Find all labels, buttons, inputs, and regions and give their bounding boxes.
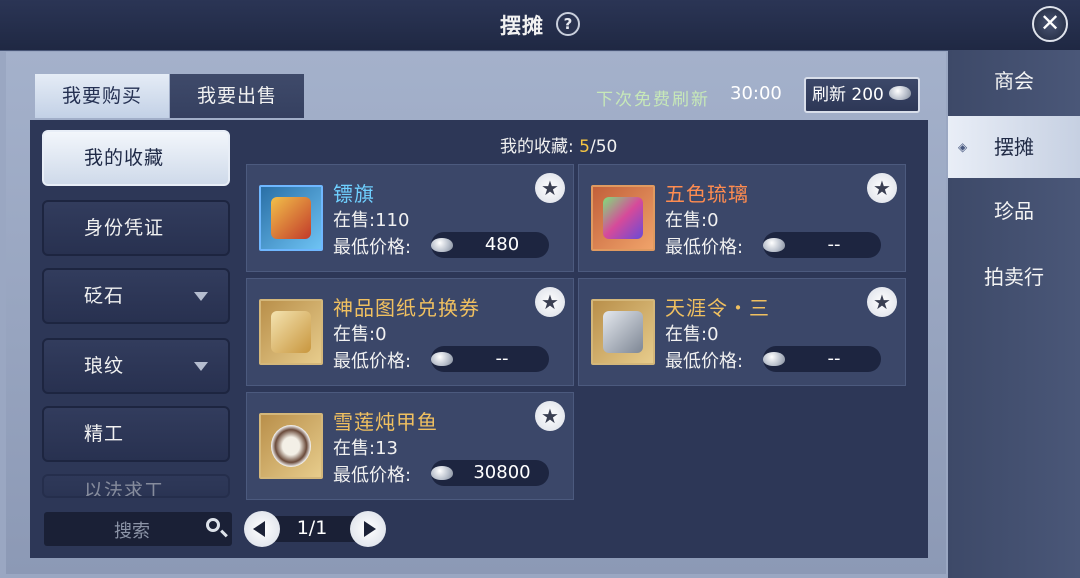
scroll-icon bbox=[259, 299, 323, 365]
category-bianstone[interactable]: 砭石 bbox=[42, 268, 230, 324]
chevron-down-icon bbox=[194, 362, 208, 371]
item-stock: 在售:0 bbox=[665, 210, 719, 231]
token-icon bbox=[591, 299, 655, 365]
title-bar: 摆摊 ? ✕ bbox=[0, 0, 1080, 51]
main-panel: 我要购买 我要出售 下次免费刷新 30:00 刷新 200 我的收藏 身份凭证 … bbox=[6, 52, 946, 574]
flag-icon bbox=[259, 185, 323, 251]
star-icon[interactable]: ★ bbox=[535, 287, 565, 317]
crystal-icon bbox=[591, 185, 655, 251]
price-box: -- bbox=[431, 346, 549, 372]
star-icon[interactable]: ★ bbox=[867, 287, 897, 317]
silver-coin-icon bbox=[431, 238, 453, 252]
item-stock: 在售:0 bbox=[665, 324, 719, 345]
item-price: -- bbox=[827, 348, 841, 369]
help-icon[interactable]: ? bbox=[556, 12, 580, 36]
content-area: 我的收藏 身份凭证 砭石 琅纹 精工 以法求工 搜索 1/1 我的收藏: 5/5… bbox=[30, 120, 928, 558]
right-nav: 商会 ◈ 摆摊 珍品 拍卖行 bbox=[948, 50, 1080, 578]
price-label: 最低价格: bbox=[333, 465, 412, 486]
star-icon[interactable]: ★ bbox=[535, 173, 565, 203]
page-indicator: 1/1 bbox=[296, 517, 328, 539]
star-icon[interactable]: ★ bbox=[867, 173, 897, 203]
silver-coin-icon bbox=[763, 238, 785, 252]
item-stock: 在售:110 bbox=[333, 210, 410, 231]
price-box: -- bbox=[763, 346, 881, 372]
item-name: 五色琉璃 bbox=[665, 182, 749, 206]
category-partial[interactable]: 以法求工 bbox=[42, 474, 230, 498]
refresh-timer: 30:00 bbox=[730, 83, 782, 104]
item-price: -- bbox=[827, 234, 841, 255]
item-name: 雪莲炖甲鱼 bbox=[333, 410, 438, 434]
price-box: 30800 bbox=[431, 460, 549, 486]
search-icon[interactable] bbox=[206, 518, 220, 532]
nav-item-chamber[interactable]: 商会 bbox=[948, 50, 1080, 112]
soup-bowl-icon bbox=[259, 413, 323, 479]
diamond-icon: ◈ bbox=[958, 140, 968, 154]
nav-item-auction[interactable]: 拍卖行 bbox=[948, 246, 1080, 308]
category-label: 砭石 bbox=[84, 285, 125, 307]
item-name: 神品图纸兑换券 bbox=[333, 296, 480, 320]
favorites-count: 我的收藏: 5/50 bbox=[500, 137, 618, 157]
nav-item-treasure[interactable]: 珍品 bbox=[948, 180, 1080, 242]
chevron-down-icon bbox=[194, 292, 208, 301]
item-price: -- bbox=[495, 348, 509, 369]
price-label: 最低价格: bbox=[665, 237, 744, 258]
item-card[interactable]: 神品图纸兑换券 在售:0 最低价格: -- ★ bbox=[246, 278, 574, 386]
item-name: 镖旗 bbox=[333, 182, 375, 206]
price-box: 480 bbox=[431, 232, 549, 258]
item-stock: 在售:0 bbox=[333, 324, 387, 345]
search-placeholder: 搜索 bbox=[114, 521, 150, 542]
prev-page-button[interactable] bbox=[244, 511, 280, 547]
star-icon[interactable]: ★ bbox=[535, 401, 565, 431]
refresh-button-label: 刷新 200 bbox=[812, 85, 884, 105]
tab-sell[interactable]: 我要出售 bbox=[170, 74, 304, 118]
category-label: 琅纹 bbox=[84, 355, 125, 377]
category-craft[interactable]: 精工 bbox=[42, 406, 230, 462]
item-card[interactable]: 天涯令・三 在售:0 最低价格: -- ★ bbox=[578, 278, 906, 386]
item-price: 480 bbox=[484, 234, 520, 255]
nav-item-stall[interactable]: ◈ 摆摊 bbox=[948, 116, 1080, 178]
price-label: 最低价格: bbox=[665, 351, 744, 372]
item-card[interactable]: 五色琉璃 在售:0 最低价格: -- ★ bbox=[578, 164, 906, 272]
item-name: 天涯令・三 bbox=[665, 296, 770, 320]
silver-coin-icon bbox=[431, 466, 453, 480]
page-title: 摆摊 bbox=[500, 14, 544, 38]
item-stock: 在售:13 bbox=[333, 438, 398, 459]
item-card[interactable]: 雪莲炖甲鱼 在售:13 最低价格: 30800 ★ bbox=[246, 392, 574, 500]
item-price: 30800 bbox=[473, 462, 531, 483]
price-label: 最低价格: bbox=[333, 351, 412, 372]
silver-coin-icon bbox=[431, 352, 453, 366]
category-favorites[interactable]: 我的收藏 bbox=[42, 130, 230, 186]
nav-item-label: 摆摊 bbox=[994, 135, 1034, 159]
tab-buy[interactable]: 我要购买 bbox=[35, 74, 169, 118]
refresh-button[interactable]: 刷新 200 bbox=[804, 77, 920, 113]
category-pattern[interactable]: 琅纹 bbox=[42, 338, 230, 394]
silver-coin-icon bbox=[763, 352, 785, 366]
search-input[interactable]: 搜索 bbox=[44, 512, 232, 546]
price-box: -- bbox=[763, 232, 881, 258]
next-page-button[interactable] bbox=[350, 511, 386, 547]
close-button[interactable]: ✕ bbox=[1032, 6, 1068, 42]
silver-coin-icon bbox=[889, 86, 912, 100]
price-label: 最低价格: bbox=[333, 237, 412, 258]
item-card[interactable]: 镖旗 在售:110 最低价格: 480 ★ bbox=[246, 164, 574, 272]
category-identity[interactable]: 身份凭证 bbox=[42, 200, 230, 256]
free-refresh-label: 下次免费刷新 bbox=[596, 90, 710, 110]
